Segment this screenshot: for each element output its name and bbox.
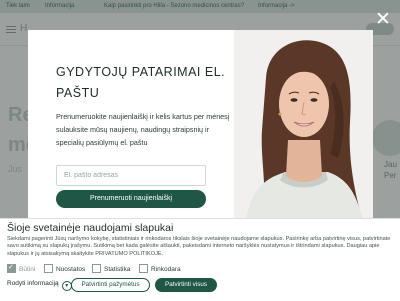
newsletter-title: GYDYTOJŲ PATARIMAI EL. PAŠTU — [56, 65, 226, 100]
option-label: Būtini — [19, 266, 36, 273]
option-label: Statistika — [104, 266, 131, 273]
email-input[interactable] — [56, 165, 206, 186]
cookie-option-preferences[interactable]: Nuostatos — [44, 264, 85, 273]
cookie-options: Būtini Nuostatos Statistika Rinkodara — [7, 263, 207, 274]
checkbox-marketing[interactable] — [139, 264, 148, 273]
checkbox-preferences[interactable] — [44, 264, 53, 273]
close-icon[interactable]: ✕ — [373, 10, 393, 30]
checkbox-statistics[interactable] — [92, 264, 101, 273]
newsletter-description: Prenumeruokite naujienlaiškį ir kelis ka… — [56, 112, 230, 147]
option-label: Nuostatos — [56, 266, 86, 273]
option-label: Rinkodara — [151, 266, 181, 273]
cookie-option-necessary: Būtini — [7, 263, 36, 273]
subscribe-button[interactable]: Prenumeruoti naujienlaiškį — [56, 190, 206, 208]
newsletter-modal: GYDYTOJŲ PATARIMAI EL. PAŠTU Prenumeruok… — [28, 30, 373, 218]
cookie-title: Šioje svetainėje naudojami slapukai — [7, 222, 174, 234]
cookie-option-statistics[interactable]: Statistika — [92, 264, 130, 273]
show-details-label: Rodyti informaciją — [7, 280, 59, 287]
cookie-banner: Šioje svetainėje naudojami slapukai Siek… — [0, 218, 400, 301]
cookie-option-marketing[interactable]: Rinkodara — [139, 264, 181, 273]
newsletter-photo — [234, 30, 373, 218]
confirm-selected-button[interactable]: Patvirtinti pažymėtus — [71, 278, 150, 292]
cookie-description: Siekdami pagerinti Jūsų naršymo kokybę, … — [7, 236, 391, 257]
checkbox-necessary — [7, 263, 16, 273]
confirm-all-button[interactable]: Patvirtinti visus — [155, 278, 217, 292]
show-details-link[interactable]: Rodyti informaciją ▼ — [7, 280, 72, 291]
